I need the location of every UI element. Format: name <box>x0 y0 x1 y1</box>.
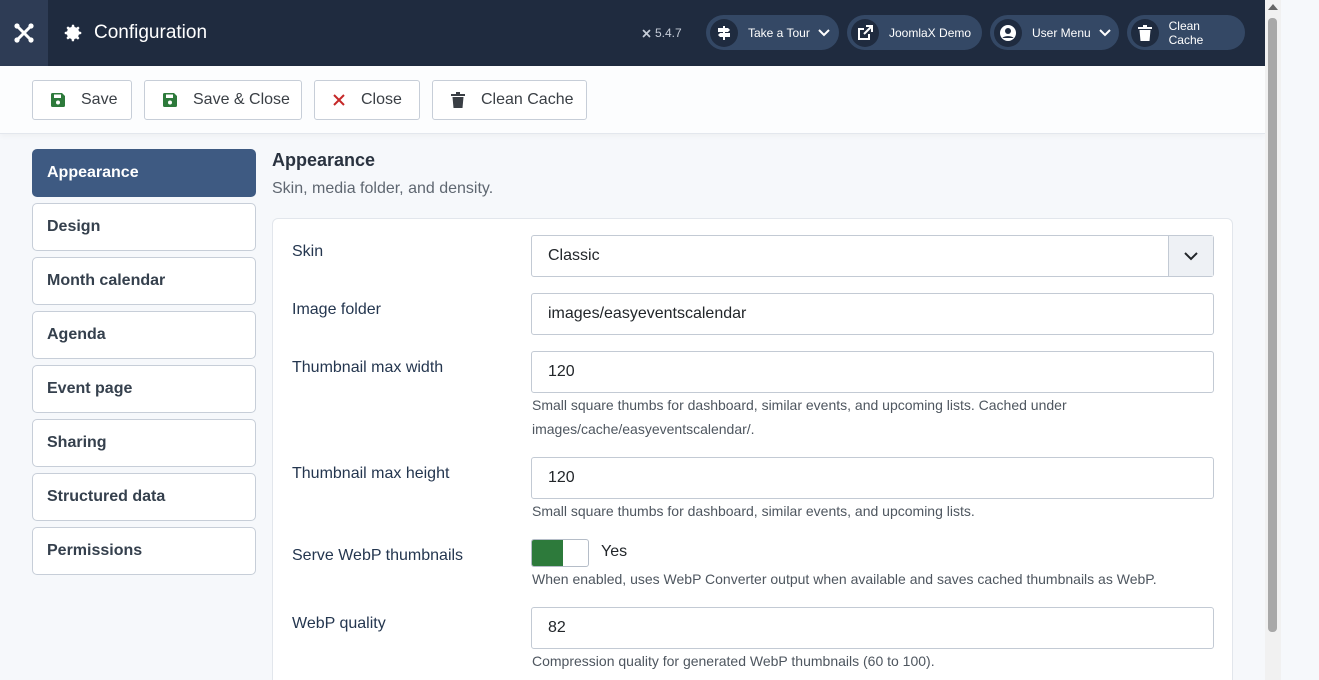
select-arrow[interactable] <box>1168 236 1213 276</box>
tab-label: Permissions <box>47 542 143 559</box>
save-and-close-label: Save & Close <box>193 91 290 108</box>
user-menu-button[interactable]: User Menu <box>990 15 1119 50</box>
user-icon <box>1000 24 1016 41</box>
header-clean-cache-label: Clean Cache <box>1168 18 1204 47</box>
tab-label: Structured data <box>47 488 166 505</box>
joomla-logo[interactable] <box>0 0 48 66</box>
save-icon <box>51 93 65 107</box>
thumb-width-input[interactable]: 120 <box>531 351 1214 393</box>
trash-icon <box>1137 24 1152 41</box>
webp-toggle[interactable] <box>531 539 589 567</box>
scroll-thumb[interactable] <box>1268 18 1277 632</box>
joomla-logo-icon <box>14 23 34 43</box>
thumb-height-value: 120 <box>548 469 575 486</box>
chevron-down-icon <box>818 28 830 36</box>
top-header: Configuration 5.4.7 Take a Tour JoomlaX … <box>0 0 1265 66</box>
clean-cache-label: Clean Cache <box>481 91 574 108</box>
image-folder-input[interactable]: images/easyeventscalendar <box>531 293 1214 335</box>
version-badge: 5.4.7 <box>641 0 682 66</box>
save-label: Save <box>81 91 118 108</box>
close-icon <box>333 94 345 106</box>
external-link-icon <box>858 24 873 40</box>
section-description: Skin, media folder, and density. <box>272 180 494 197</box>
version-text: 5.4.7 <box>655 26 682 40</box>
tab-label: Design <box>47 218 101 235</box>
image-folder-value: images/easyeventscalendar <box>548 305 747 322</box>
action-toolbar: Save Save & Close Close Clean Cache <box>0 66 1265 134</box>
thumb-width-label: Thumbnail max width <box>292 359 444 376</box>
header-clean-cache-button[interactable]: Clean Cache <box>1127 15 1245 50</box>
page-title-text: Configuration <box>94 22 208 43</box>
joomlax-demo-label: JoomlaX Demo <box>889 25 972 40</box>
page-title: Configuration <box>62 0 207 66</box>
tab-permissions[interactable]: Permissions <box>32 527 256 575</box>
chevron-down-icon <box>1098 28 1111 36</box>
webp-label: Serve WebP thumbnails <box>292 547 464 564</box>
tab-label: Month calendar <box>47 272 166 289</box>
clean-cache-button[interactable]: Clean Cache <box>432 80 587 120</box>
webp-quality-label: WebP quality <box>292 615 386 632</box>
tab-label: Appearance <box>47 164 139 181</box>
trash-icon <box>451 92 465 108</box>
tab-label: Sharing <box>47 434 107 451</box>
skin-label: Skin <box>292 243 324 260</box>
tab-label: Agenda <box>47 326 106 343</box>
tab-agenda[interactable]: Agenda <box>32 311 256 359</box>
page-scrollbar[interactable] <box>1265 0 1281 680</box>
take-a-tour-button[interactable]: Take a Tour <box>706 15 839 50</box>
tab-sharing[interactable]: Sharing <box>32 419 256 467</box>
webp-quality-value: 82 <box>548 619 566 636</box>
webp-help: When enabled, uses WebP Converter output… <box>532 571 1157 587</box>
gear-icon <box>64 24 82 42</box>
tab-structured-data[interactable]: Structured data <box>32 473 256 521</box>
thumb-width-value: 120 <box>548 363 575 380</box>
chevron-down-icon <box>1184 251 1198 260</box>
save-button[interactable]: Save <box>32 80 132 120</box>
close-button[interactable]: Close <box>314 80 420 120</box>
skin-select[interactable]: Classic <box>531 235 1214 277</box>
thumb-width-help: Small square thumbs for dashboard, simil… <box>532 397 1067 437</box>
save-icon <box>163 93 177 107</box>
joomlax-demo-button[interactable]: JoomlaX Demo <box>847 15 982 50</box>
user-menu-label: User Menu <box>1032 25 1091 40</box>
thumb-height-input[interactable]: 120 <box>531 457 1214 499</box>
tab-event-page[interactable]: Event page <box>32 365 256 413</box>
signpost-icon <box>718 25 730 40</box>
image-folder-label: Image folder <box>292 301 381 318</box>
save-and-close-button[interactable]: Save & Close <box>144 80 302 120</box>
skin-value: Classic <box>548 247 600 264</box>
tab-month-calendar[interactable]: Month calendar <box>32 257 256 305</box>
joomla-small-icon <box>642 29 651 37</box>
webp-toggle-state: Yes <box>601 543 628 560</box>
webp-quality-input[interactable]: 82 <box>531 607 1214 649</box>
tab-appearance[interactable]: Appearance <box>32 149 256 197</box>
take-a-tour-label: Take a Tour <box>748 25 810 40</box>
section-title: Appearance <box>272 150 376 170</box>
thumb-height-label: Thumbnail max height <box>292 465 450 482</box>
scroll-up-arrow[interactable] <box>1268 4 1278 10</box>
close-label: Close <box>361 91 402 108</box>
webp-quality-help: Compression quality for generated WebP t… <box>532 653 935 669</box>
tab-label: Event page <box>47 380 133 397</box>
toggle-on-indicator <box>532 540 563 566</box>
tab-design[interactable]: Design <box>32 203 256 251</box>
thumb-height-help: Small square thumbs for dashboard, simil… <box>532 503 975 519</box>
